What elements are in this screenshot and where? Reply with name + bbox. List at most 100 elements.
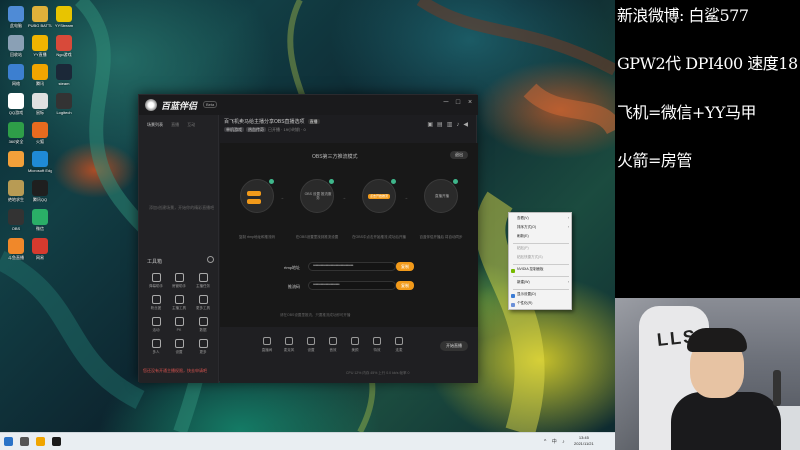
tool-icon: [151, 339, 161, 348]
bottom-tool-label: 特效: [373, 348, 381, 352]
minimize-button[interactable]: ─: [442, 99, 450, 107]
desktop-icon[interactable]: Ngo游戏: [52, 35, 76, 57]
desktop-icon[interactable]: 此电脑: [4, 6, 28, 28]
desktop-icon[interactable]: 回收站: [4, 35, 28, 57]
step-2-caption: 在OBS设置里找到推流设置: [295, 235, 339, 239]
menu-item-display[interactable]: 显示设置(D): [517, 292, 571, 297]
app-icon: [8, 151, 24, 167]
bottom-tool-button[interactable]: 美颜: [344, 337, 366, 353]
bottom-tool-icon: [285, 337, 293, 345]
close-button[interactable]: ×: [466, 99, 474, 107]
desktop-icon-label: 微信: [36, 226, 44, 231]
app-icon: [56, 6, 72, 22]
tool-item[interactable]: 设置: [168, 339, 190, 355]
bottom-tool-icon: [307, 337, 315, 345]
desktop-icon[interactable]: 鼠标: [28, 93, 52, 115]
desktop-icon[interactable]: Logitech: [52, 93, 76, 115]
app-icon: [32, 238, 48, 254]
start-live-button[interactable]: 开始直播: [440, 341, 468, 351]
start-button-icon[interactable]: [4, 437, 13, 446]
tab-scenes[interactable]: 场景列表: [147, 122, 163, 127]
bottom-tool-button[interactable]: 直播间: [256, 337, 278, 353]
system-tray[interactable]: ^ 中 ♪: [544, 438, 567, 445]
bottom-tool-button[interactable]: 特效: [366, 337, 388, 353]
tool-item[interactable]: 数据: [192, 317, 214, 333]
overlay-mouse: GPW2代 DPI400 速度18: [617, 54, 798, 73]
header-toolbar-icons[interactable]: ▣▤▥♪◀: [427, 121, 472, 128]
desktop-icon[interactable]: 网易: [28, 238, 52, 260]
copy-rtmp-button[interactable]: 复制: [396, 262, 414, 271]
menu-item-paste[interactable]: 粘贴(P): [517, 246, 571, 251]
desktop-icon[interactable]: YY直播: [28, 35, 52, 57]
tab-interact[interactable]: 互动: [187, 122, 195, 127]
stream-key-input[interactable]: •••••••••••••••••••••: [308, 281, 396, 290]
category-chip-2[interactable]: 热血传奇: [246, 127, 266, 132]
tool-item[interactable]: 弹幕助手: [145, 273, 167, 289]
desktop-icon[interactable]: PUBG BATTLEGR: [28, 6, 52, 28]
desktop-icon[interactable]: 微信: [28, 209, 52, 231]
taskbar-app-obs-icon[interactable]: [52, 437, 61, 446]
desktop-icon[interactable]: YYStream: [52, 6, 76, 28]
task-view-icon[interactable]: [20, 437, 29, 446]
taskbar-app-yy-icon[interactable]: [36, 437, 45, 446]
desktop-icon[interactable]: QQ游戏: [4, 93, 28, 115]
app-window[interactable]: 百蓝伴侣 Beta ─ □ × 场景列表 直播 互动 添加/创建场景，开始你的精…: [138, 94, 478, 383]
status-line: CPU 12% 内存 45% 上行 0.0 kb/s 帧率 0: [346, 371, 410, 375]
desktop-icon[interactable]: OBS: [4, 209, 28, 231]
bottom-tool-button[interactable]: 设置: [300, 337, 322, 353]
desktop-icon-label: YYStream: [54, 23, 74, 28]
rtmp-address-input[interactable]: ••••••••••••••••••••••••••••••••: [308, 262, 396, 271]
desktop-icon[interactable]: 斗鱼直播: [4, 238, 28, 260]
app-icon: [8, 209, 24, 225]
bottom-tool-button[interactable]: 连麦: [388, 337, 410, 353]
desktop-icon-label: 腾讯QQ: [32, 197, 48, 202]
toolbox-settings-icon[interactable]: [207, 256, 214, 263]
taskbar: ^ 中 ♪ 13:45 2021/11/21: [0, 432, 615, 450]
tool-item[interactable]: 主播工具: [168, 295, 190, 311]
tab-live[interactable]: 直播: [171, 122, 179, 127]
tool-item[interactable]: 更多: [192, 339, 214, 355]
menu-item-new[interactable]: 新建(W) ›: [517, 280, 571, 285]
maximize-button[interactable]: □: [454, 99, 462, 107]
bottom-tool-button[interactable]: 音效: [322, 337, 344, 353]
tool-icon: [174, 295, 184, 304]
desktop-icon[interactable]: 网络: [4, 64, 28, 86]
app-main: 百飞机卖马给主播分享OBS直播选项 直播 单机游戏 热血传奇 已开播 · 19小时前 …: [220, 115, 478, 383]
permission-notice[interactable]: 您还没有开通主播权限，快去申请吧: [143, 368, 207, 374]
menu-item-nvidia[interactable]: NVIDIA 控制面板: [517, 267, 571, 272]
app-icon: [8, 64, 24, 80]
desktop-icon[interactable]: Microsoft Edge: [28, 151, 52, 173]
menu-item-paste-shortcut[interactable]: 粘贴快捷方式(S): [517, 255, 571, 260]
menu-item-sort[interactable]: 排序方式(O) ›: [517, 225, 571, 230]
clock[interactable]: 13:45 2021/11/21: [574, 435, 594, 447]
desktop-icon[interactable]: steam: [52, 64, 76, 86]
tool-item[interactable]: 粉丝团: [145, 295, 167, 311]
tool-item[interactable]: 房管助手: [168, 273, 190, 289]
room-title: 百飞机卖马给主播分享OBS直播选项 直播: [224, 119, 320, 125]
bottom-tool-label: 直播间: [261, 348, 273, 352]
desktop-icon[interactable]: 腾讯QQ: [28, 180, 52, 202]
menu-item-refresh[interactable]: 刷新(E): [517, 234, 571, 239]
app-titlebar[interactable]: 百蓝伴侣 Beta ─ □ ×: [139, 95, 478, 115]
tool-item[interactable]: 更多工具: [192, 295, 214, 311]
arrow-icon: →: [280, 195, 284, 200]
menu-item-personalize[interactable]: 个性化(R): [517, 301, 571, 306]
copy-key-button[interactable]: 复制: [396, 281, 414, 290]
desktop-icon[interactable]: 腾讯: [28, 64, 52, 86]
bottom-tool-button[interactable]: 麦克风: [278, 337, 300, 353]
exit-obs-mode-button[interactable]: 退出: [450, 151, 468, 159]
tool-item[interactable]: 活动: [145, 317, 167, 333]
desktop-icon[interactable]: 绝地求生: [4, 180, 28, 202]
menu-item-view[interactable]: 查看(V) ›: [517, 216, 571, 221]
bottom-tool-icon: [395, 337, 403, 345]
tool-item[interactable]: 主播任务: [192, 273, 214, 289]
tool-item[interactable]: 多人: [145, 339, 167, 355]
step-3-caption: 在OBS中点击开始推流 成功后开播: [352, 235, 406, 239]
tool-item[interactable]: PK: [168, 317, 190, 332]
tool-icon: [198, 339, 208, 348]
category-chip-1[interactable]: 单机游戏: [224, 127, 244, 132]
desktop-icon[interactable]: 火狐: [28, 122, 52, 144]
desktop-icon[interactable]: 360安全: [4, 122, 28, 144]
desktop-icon[interactable]: [4, 151, 28, 168]
step-2-check-icon: [329, 179, 334, 184]
